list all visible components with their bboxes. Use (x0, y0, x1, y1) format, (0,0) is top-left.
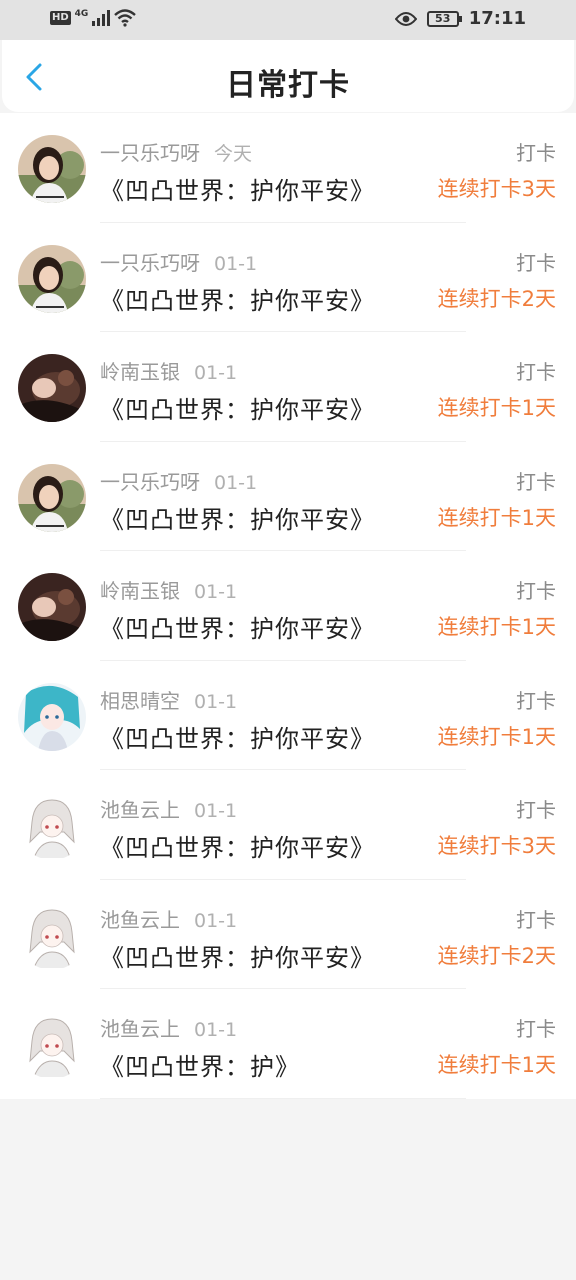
avatar-illustration-icon (18, 901, 86, 970)
divider (100, 1097, 466, 1099)
streak-label: 连续打卡1天 (437, 505, 556, 530)
avatar-illustration-icon (18, 1011, 86, 1079)
checkin-content: 《凹凸世界：护你平安》 (100, 834, 375, 862)
streak-label: 连续打卡3天 (437, 177, 556, 201)
username[interactable]: 池鱼云上 (100, 908, 180, 932)
checkin-button[interactable]: 打卡 (516, 575, 556, 604)
checkin-item[interactable]: 一只乐巧呀 今天 《凹凸世界：护你平安》 打卡 连续打卡3天 (0, 113, 576, 223)
streak-label: 连续打卡1天 (437, 1053, 556, 1077)
checkin-button[interactable]: 打卡 (516, 247, 556, 276)
checkin-button[interactable]: 打卡 (516, 685, 556, 714)
checkin-content: 《凹凸世界：护》 (100, 1053, 300, 1081)
username[interactable]: 一只乐巧呀 (100, 141, 200, 165)
checkin-content: 《凹凸世界：护你平安》 (100, 615, 375, 643)
avatar[interactable] (18, 901, 86, 970)
user-line: 岭南玉银 01-1 (100, 575, 237, 604)
avatar-illustration-icon (18, 792, 86, 860)
avatar[interactable] (18, 573, 86, 641)
checkin-list: 一只乐巧呀 今天 《凹凸世界：护你平安》 打卡 连续打卡3天 一只乐巧呀 01-1 … (0, 113, 576, 1099)
checkin-date: 01-1 (194, 1019, 238, 1041)
username[interactable]: 一只乐巧呀 (100, 470, 200, 494)
checkin-item[interactable]: 岭南玉银 01-1 《凹凸世界：护你平安》 打卡 连续打卡1天 (0, 332, 576, 442)
user-line: 一只乐巧呀 今天 (100, 137, 252, 166)
checkin-button[interactable]: 打卡 (516, 356, 556, 385)
user-line: 池鱼云上 01-1 (100, 794, 237, 823)
hd-badge: HD (50, 11, 71, 25)
status-left: HD 4G (50, 9, 137, 27)
checkin-content: 《凹凸世界：护你平安》 (100, 396, 375, 424)
checkin-item[interactable]: 相思晴空 01-1 《凹凸世界：护你平安》 打卡 连续打卡1天 (0, 661, 576, 770)
checkin-item[interactable]: 池鱼云上 01-1 《凹凸世界：护》 打卡 连续打卡1天 (0, 989, 576, 1099)
avatar[interactable] (18, 682, 86, 751)
checkin-button[interactable]: 打卡 (516, 466, 556, 495)
streak-label: 连续打卡1天 (437, 724, 556, 749)
avatar[interactable] (18, 1011, 86, 1079)
streak-label: 连续打卡1天 (437, 396, 556, 420)
avatar-photo-icon (18, 135, 86, 203)
checkin-content: 《凹凸世界：护你平安》 (100, 177, 375, 205)
checkin-button[interactable]: 打卡 (516, 137, 556, 166)
avatar-photo-icon (18, 463, 86, 532)
checkin-item[interactable]: 池鱼云上 01-1 《凹凸世界：护你平安》 打卡 连续打卡3天 (0, 770, 576, 880)
status-bar: HD 4G 53 17:11 (0, 0, 576, 40)
avatar[interactable] (18, 792, 86, 860)
avatar[interactable] (18, 463, 86, 532)
checkin-item[interactable]: 岭南玉银 01-1 《凹凸世界：护你平安》 打卡 连续打卡1天 (0, 551, 576, 661)
username[interactable]: 池鱼云上 (100, 798, 180, 822)
checkin-item[interactable]: 池鱼云上 01-1 《凹凸世界：护你平安》 打卡 连续打卡2天 (0, 880, 576, 989)
checkin-date: 01-1 (194, 909, 238, 932)
avatar[interactable] (18, 244, 86, 313)
checkin-item[interactable]: 一只乐巧呀 01-1 《凹凸世界：护你平安》 打卡 连续打卡2天 (0, 223, 576, 332)
checkin-content: 《凹凸世界：护你平安》 (100, 505, 375, 534)
avatar[interactable] (18, 135, 86, 203)
checkin-content: 《凹凸世界：护你平安》 (100, 943, 375, 972)
user-line: 相思晴空 01-1 (100, 685, 237, 714)
app-header: 日常打卡 (2, 40, 574, 112)
checkin-date: 01-1 (194, 690, 238, 713)
wifi-icon (114, 9, 137, 27)
checkin-date: 01-1 (194, 581, 238, 603)
checkin-date: 01-1 (214, 252, 258, 275)
checkin-content: 《凹凸世界：护你平安》 (100, 286, 375, 315)
username[interactable]: 岭南玉银 (100, 360, 180, 384)
avatar-photo-icon (18, 573, 86, 641)
checkin-button[interactable]: 打卡 (516, 1013, 556, 1042)
battery-level: 53 (435, 11, 451, 25)
username[interactable]: 一只乐巧呀 (100, 251, 200, 275)
avatar-photo-icon (18, 354, 86, 422)
streak-label: 连续打卡1天 (437, 615, 556, 639)
username[interactable]: 池鱼云上 (100, 1017, 180, 1041)
checkin-date: 01-1 (194, 362, 238, 384)
username[interactable]: 相思晴空 (100, 689, 180, 713)
clock: 17:11 (468, 8, 526, 29)
checkin-button[interactable]: 打卡 (516, 794, 556, 823)
eye-icon (394, 11, 417, 26)
checkin-date: 01-1 (194, 800, 238, 822)
signal-icon (92, 10, 111, 26)
battery-indicator: 53 (426, 10, 462, 27)
username[interactable]: 岭南玉银 (100, 579, 180, 603)
network-type: 4G (74, 9, 89, 19)
streak-label: 连续打卡2天 (437, 286, 556, 311)
checkin-date: 01-1 (214, 471, 258, 494)
checkin-content: 《凹凸世界：护你平安》 (100, 724, 375, 753)
streak-label: 连续打卡2天 (437, 943, 556, 968)
user-line: 池鱼云上 01-1 (100, 1013, 237, 1042)
user-line: 一只乐巧呀 01-1 (100, 466, 257, 495)
user-line: 一只乐巧呀 01-1 (100, 247, 257, 276)
checkin-button[interactable]: 打卡 (516, 904, 556, 933)
avatar-photo-icon (18, 244, 86, 313)
avatar-illustration-icon (18, 682, 86, 751)
avatar[interactable] (18, 354, 86, 422)
checkin-item[interactable]: 一只乐巧呀 01-1 《凹凸世界：护你平安》 打卡 连续打卡1天 (0, 442, 576, 551)
checkin-date: 今天 (214, 143, 253, 165)
status-right: 53 17:11 (394, 8, 526, 29)
page-title: 日常打卡 (226, 68, 350, 103)
user-line: 池鱼云上 01-1 (100, 904, 237, 933)
streak-label: 连续打卡3天 (437, 834, 556, 858)
user-line: 岭南玉银 01-1 (100, 356, 237, 385)
